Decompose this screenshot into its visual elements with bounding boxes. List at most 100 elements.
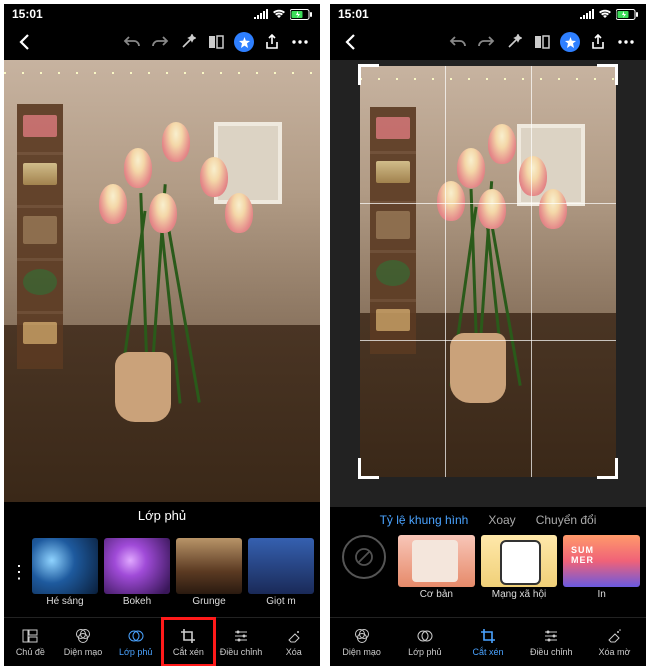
left-screen: 15:01 — [4, 4, 320, 666]
undo-icon[interactable] — [118, 28, 146, 56]
status-bar: 15:01 — [330, 4, 646, 24]
sub-tab-aspect[interactable]: Tỷ lệ khung hình — [380, 513, 469, 527]
crop-sub-tabs: Tỷ lệ khung hình Xoay Chuyển đổi — [330, 507, 646, 533]
thumb-image — [176, 538, 242, 594]
nav-label: Diện mạo — [342, 647, 381, 657]
status-time: 15:01 — [338, 7, 369, 21]
nav-label: Chủ đề — [16, 647, 45, 657]
thumb-label: Giọt m — [266, 596, 295, 607]
nav-theme[interactable]: Chủ đề — [4, 618, 57, 666]
nav-crop[interactable]: Cắt xén — [162, 618, 215, 666]
thumb-image — [398, 535, 475, 587]
overlay-thumb[interactable]: Bokeh — [104, 538, 170, 607]
adjust-icon — [542, 627, 560, 645]
aspect-none[interactable] — [342, 535, 386, 579]
battery-icon — [290, 9, 312, 20]
section-title: Lớp phủ — [4, 502, 320, 527]
top-toolbar — [330, 24, 646, 60]
overlay-thumb[interactable]: Hé sáng — [32, 538, 98, 607]
erase-icon — [285, 627, 303, 645]
redo-icon[interactable] — [146, 28, 174, 56]
status-indicators — [580, 9, 638, 20]
overlay-icon — [127, 627, 145, 645]
crop-icon — [479, 627, 497, 645]
aspect-thumbs: Cơ bản Mạng xã hội In — [330, 533, 646, 617]
nav-label: Xóa — [286, 647, 302, 657]
blur-icon — [605, 627, 623, 645]
back-icon[interactable] — [10, 28, 38, 56]
wifi-icon — [272, 9, 286, 19]
star-badge-icon[interactable] — [556, 28, 584, 56]
nav-adjust[interactable]: Điều chỉnh — [215, 618, 268, 666]
nav-blur[interactable]: Xóa mờ — [583, 618, 646, 666]
compare-icon[interactable] — [528, 28, 556, 56]
thumb-image — [104, 538, 170, 594]
more-options-icon[interactable]: ⋮ — [10, 562, 26, 583]
nav-label: Điều chỉnh — [530, 647, 573, 657]
nav-erase[interactable]: Xóa — [267, 618, 320, 666]
top-toolbar — [4, 24, 320, 60]
overlay-thumbs: ⋮ Hé sáng Bokeh Grunge Giọt m — [4, 527, 320, 617]
nav-label: Diện mạo — [64, 647, 103, 657]
overlay-icon — [416, 627, 434, 645]
undo-icon[interactable] — [444, 28, 472, 56]
thumb-label: Cơ bản — [420, 589, 453, 600]
nav-overlay[interactable]: Lớp phủ — [109, 618, 162, 666]
photo — [4, 60, 320, 502]
thumb-label: Bokeh — [123, 596, 151, 607]
overlay-thumb[interactable]: Grunge — [176, 538, 242, 607]
thumb-image — [481, 535, 558, 587]
signal-icon — [580, 9, 594, 19]
photo — [360, 66, 616, 477]
thumb-label: Mạng xã hội — [492, 589, 546, 600]
star-badge-icon[interactable] — [230, 28, 258, 56]
thumb-label: Hé sáng — [46, 596, 83, 607]
nav-label: Lớp phủ — [408, 647, 441, 657]
signal-icon — [254, 9, 268, 19]
aspect-thumb[interactable]: Mạng xã hội — [481, 535, 558, 600]
crop-canvas[interactable] — [330, 60, 646, 507]
aspect-thumb[interactable]: Cơ bản — [398, 535, 475, 600]
nav-adjust[interactable]: Điều chỉnh — [520, 618, 583, 666]
overlay-thumb[interactable]: Giọt m — [248, 538, 314, 607]
back-icon[interactable] — [336, 28, 364, 56]
nav-label: Lớp phủ — [119, 647, 152, 657]
nav-label: Cắt xén — [173, 647, 204, 657]
status-time: 15:01 — [12, 7, 43, 21]
none-icon — [354, 547, 374, 567]
sub-tab-rotate[interactable]: Xoay — [488, 513, 515, 527]
nav-label: Điều chỉnh — [220, 647, 263, 657]
nav-overlay[interactable]: Lớp phủ — [393, 618, 456, 666]
photo-canvas[interactable] — [4, 60, 320, 502]
thumb-image — [248, 538, 314, 594]
looks-icon — [353, 627, 371, 645]
bottom-nav: Diện mạo Lớp phủ Cắt xén Điều chỉnh Xóa … — [330, 617, 646, 666]
aspect-thumb[interactable]: In — [563, 535, 640, 600]
magic-wand-icon[interactable] — [174, 28, 202, 56]
nav-crop[interactable]: Cắt xén — [456, 618, 519, 666]
magic-wand-icon[interactable] — [500, 28, 528, 56]
thumb-image — [32, 538, 98, 594]
looks-icon — [74, 627, 92, 645]
nav-label: Cắt xén — [472, 647, 503, 657]
nav-looks[interactable]: Diện mạo — [57, 618, 110, 666]
more-icon[interactable] — [286, 28, 314, 56]
thumb-label: In — [598, 589, 606, 600]
bottom-nav: Chủ đề Diện mạo Lớp phủ Cắt xén Điều chỉ… — [4, 617, 320, 666]
sub-tab-transform[interactable]: Chuyển đổi — [536, 513, 597, 527]
share-icon[interactable] — [258, 28, 286, 56]
theme-icon — [21, 627, 39, 645]
right-screen: 15:01 — [330, 4, 646, 666]
status-indicators — [254, 9, 312, 20]
nav-looks[interactable]: Diện mạo — [330, 618, 393, 666]
thumb-label: Grunge — [192, 596, 225, 607]
battery-icon — [616, 9, 638, 20]
compare-icon[interactable] — [202, 28, 230, 56]
nav-label: Xóa mờ — [598, 647, 630, 657]
adjust-icon — [232, 627, 250, 645]
wifi-icon — [598, 9, 612, 19]
more-icon[interactable] — [612, 28, 640, 56]
redo-icon[interactable] — [472, 28, 500, 56]
share-icon[interactable] — [584, 28, 612, 56]
thumb-image — [563, 535, 640, 587]
